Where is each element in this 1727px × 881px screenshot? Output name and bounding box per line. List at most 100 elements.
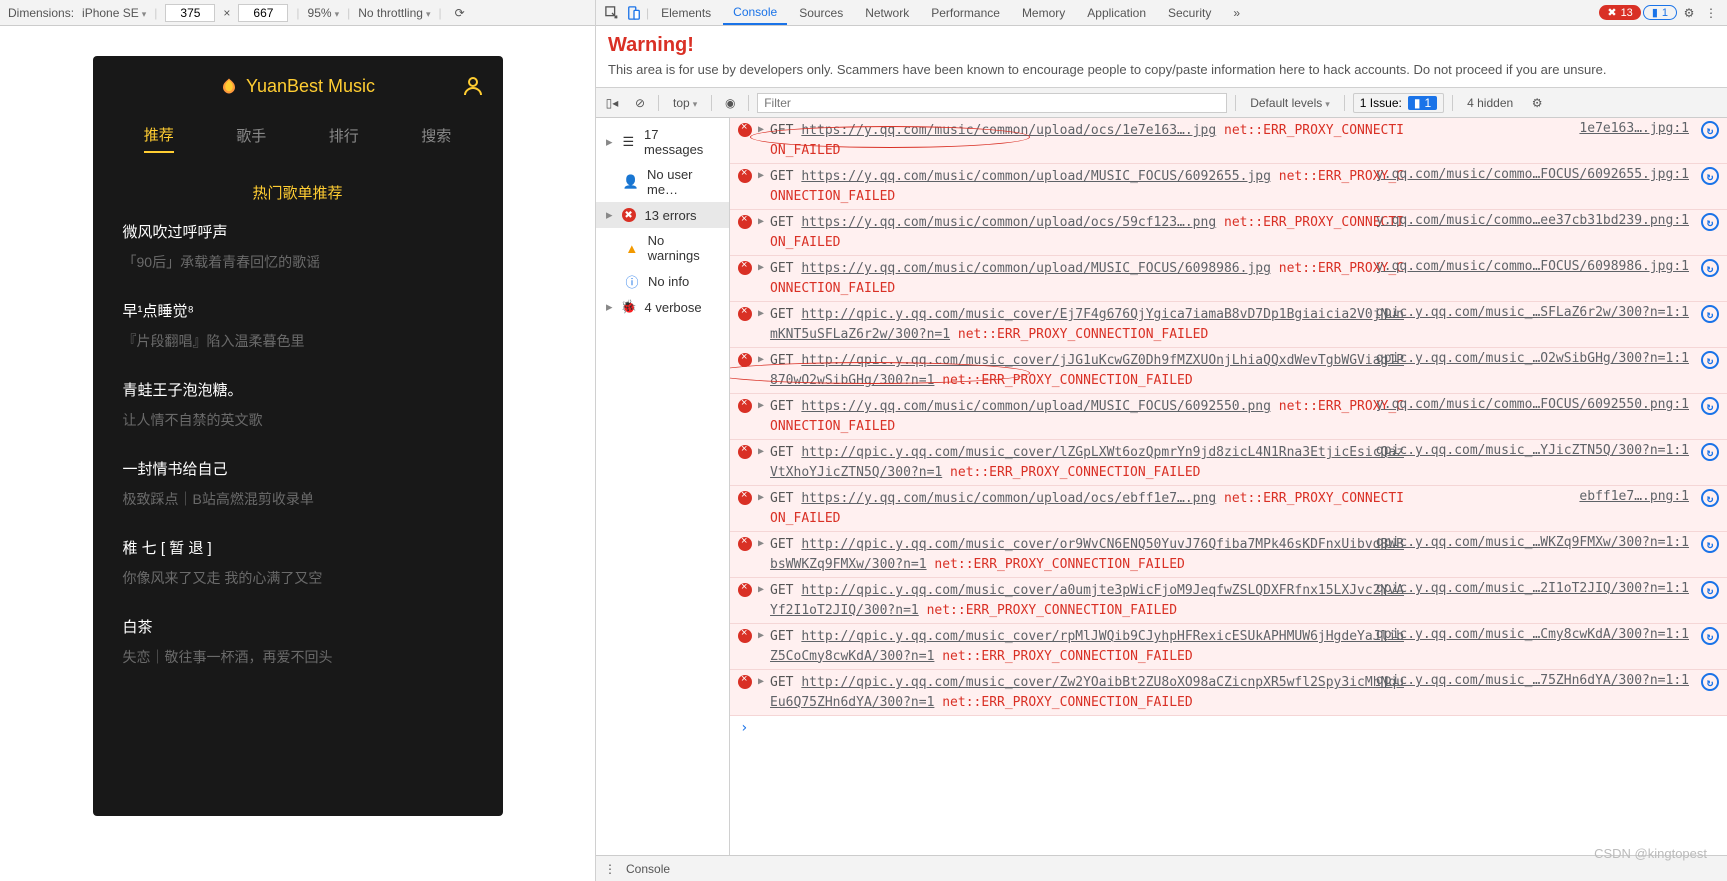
gear-icon[interactable]: ⚙ bbox=[1679, 3, 1699, 23]
tab-performance[interactable]: Performance bbox=[921, 2, 1010, 24]
hidden-count[interactable]: 4 hidden bbox=[1461, 96, 1519, 110]
request-url[interactable]: https://y.qq.com/music/common/upload/MUS… bbox=[801, 169, 1271, 184]
request-url[interactable]: https://y.qq.com/music/common/upload/MUS… bbox=[801, 399, 1271, 414]
filter-gear-icon[interactable]: ⚙ bbox=[1527, 93, 1547, 113]
song-item[interactable]: 青蛙王子泡泡糖。让人情不自禁的英文歌 bbox=[123, 379, 473, 430]
device-mode-icon[interactable] bbox=[624, 3, 644, 23]
kebab-icon[interactable]: ⋮ bbox=[604, 862, 616, 876]
song-item[interactable]: 一封情书给自己极致踩点｜B站高燃混剪收录单 bbox=[123, 458, 473, 509]
console-error-entry[interactable]: ▶ GET https://y.qq.com/music/common/uplo… bbox=[730, 394, 1727, 440]
rotate-icon[interactable]: ⟳ bbox=[450, 3, 470, 23]
source-link[interactable]: qpic.y.qq.com/music_…SFLaZ6r2w/300?n=1:1 bbox=[1376, 305, 1689, 320]
sidebar-verbose[interactable]: ▸🐞4 verbose bbox=[596, 294, 729, 320]
source-link[interactable]: qpic.y.qq.com/music_…75ZHn6dYA/300?n=1:1 bbox=[1376, 673, 1689, 688]
tab-application[interactable]: Application bbox=[1077, 2, 1156, 24]
errors-badge[interactable]: ✖13 bbox=[1599, 5, 1640, 20]
tab-security[interactable]: Security bbox=[1158, 2, 1221, 24]
song-subtitle: 让人情不自禁的英文歌 bbox=[123, 410, 473, 430]
expand-icon[interactable]: ▶ bbox=[758, 676, 764, 687]
throttling-select[interactable]: No throttling bbox=[358, 6, 430, 20]
user-icon[interactable] bbox=[461, 74, 485, 101]
sidebar-warnings[interactable]: ▲No warnings bbox=[596, 228, 729, 268]
expand-icon[interactable]: ▶ bbox=[758, 538, 764, 549]
source-link[interactable]: y.qq.com/music/commo…FOCUS/6092655.jpg:1 bbox=[1376, 167, 1689, 182]
song-item[interactable]: 早¹点睡觉⁸『片段翻唱』陷入温柔暮色里 bbox=[123, 300, 473, 351]
tab-elements[interactable]: Elements bbox=[651, 2, 721, 24]
tab-console[interactable]: Console bbox=[723, 1, 787, 25]
console-error-entry[interactable]: ▶ GET http://qpic.y.qq.com/music_cover/o… bbox=[730, 532, 1727, 578]
console-error-entry[interactable]: ▶ GET http://qpic.y.qq.com/music_cover/a… bbox=[730, 578, 1727, 624]
drawer-bar[interactable]: ⋮ Console bbox=[596, 855, 1727, 881]
console-error-entry[interactable]: ▶ GET http://qpic.y.qq.com/music_cover/Z… bbox=[730, 670, 1727, 716]
inspect-icon[interactable] bbox=[602, 3, 622, 23]
console-error-entry[interactable]: ▶ GET https://y.qq.com/music/common/uplo… bbox=[730, 210, 1727, 256]
source-link[interactable]: qpic.y.qq.com/music_…2I1oT2JIQ/300?n=1:1 bbox=[1376, 581, 1689, 596]
console-prompt[interactable]: › bbox=[730, 716, 1727, 740]
song-subtitle: 失恋｜敬往事一杯酒，再爱不回头 bbox=[123, 647, 473, 667]
request-url[interactable]: https://y.qq.com/music/common/upload/ocs… bbox=[801, 215, 1216, 230]
levels-select[interactable]: Default levels bbox=[1244, 96, 1336, 110]
expand-icon[interactable]: ▶ bbox=[758, 492, 764, 503]
tab-more[interactable]: » bbox=[1223, 2, 1250, 24]
console-error-entry[interactable]: ▶ GET https://y.qq.com/music/common/uplo… bbox=[730, 256, 1727, 302]
infos-badge[interactable]: ▮1 bbox=[1643, 5, 1677, 20]
console-error-entry[interactable]: ▶ GET https://y.qq.com/music/common/uplo… bbox=[730, 118, 1727, 164]
tab-network[interactable]: Network bbox=[855, 2, 919, 24]
height-input[interactable] bbox=[238, 4, 288, 22]
console-error-entry[interactable]: ▶ GET http://qpic.y.qq.com/music_cover/l… bbox=[730, 440, 1727, 486]
clear-console-icon[interactable]: ⊘ bbox=[630, 93, 650, 113]
filter-input[interactable] bbox=[757, 93, 1227, 113]
expand-icon[interactable]: ▶ bbox=[758, 170, 764, 181]
context-select[interactable]: top bbox=[667, 96, 703, 110]
console-error-entry[interactable]: ▶ GET https://y.qq.com/music/common/uplo… bbox=[730, 164, 1727, 210]
error-icon bbox=[738, 169, 752, 183]
expand-icon[interactable]: ▶ bbox=[758, 630, 764, 641]
source-link[interactable]: qpic.y.qq.com/music_…Cmy8cwKdA/300?n=1:1 bbox=[1376, 627, 1689, 642]
tab-rank[interactable]: 排行 bbox=[329, 125, 359, 152]
expand-icon[interactable]: ▶ bbox=[758, 216, 764, 227]
sidebar-user[interactable]: 👤No user me… bbox=[596, 162, 729, 202]
expand-icon[interactable]: ▶ bbox=[758, 262, 764, 273]
expand-icon[interactable]: ▶ bbox=[758, 308, 764, 319]
expand-icon[interactable]: ▶ bbox=[758, 124, 764, 135]
tab-sources[interactable]: Sources bbox=[789, 2, 853, 24]
source-link[interactable]: ebff1e7….png:1 bbox=[1579, 489, 1689, 504]
song-item[interactable]: 稚 七 [ 暂 退 ]你像风来了又走 我的心满了又空 bbox=[123, 537, 473, 588]
source-link[interactable]: qpic.y.qq.com/music_…WKZq9FMXw/300?n=1:1 bbox=[1376, 535, 1689, 550]
request-url[interactable]: https://y.qq.com/music/common/upload/ocs… bbox=[801, 123, 1216, 138]
source-link[interactable]: qpic.y.qq.com/music_…YJicZTN5Q/300?n=1:1 bbox=[1376, 443, 1689, 458]
sidebar-info[interactable]: ⓘNo info bbox=[596, 268, 729, 294]
source-link[interactable]: y.qq.com/music/commo…ee37cb31bd239.png:1 bbox=[1376, 213, 1689, 228]
tab-search[interactable]: 搜索 bbox=[421, 125, 451, 152]
expand-icon[interactable]: ▶ bbox=[758, 584, 764, 595]
console-error-entry[interactable]: ▶ GET https://y.qq.com/music/common/uplo… bbox=[730, 486, 1727, 532]
kebab-icon[interactable]: ⋮ bbox=[1701, 3, 1721, 23]
source-link[interactable]: y.qq.com/music/commo…FOCUS/6092550.png:1 bbox=[1376, 397, 1689, 412]
console-error-entry[interactable]: ▶ GET http://qpic.y.qq.com/music_cover/E… bbox=[730, 302, 1727, 348]
drawer-console-tab[interactable]: Console bbox=[626, 862, 670, 876]
request-url[interactable]: https://y.qq.com/music/common/upload/ocs… bbox=[801, 491, 1216, 506]
expand-icon[interactable]: ▶ bbox=[758, 400, 764, 411]
sidebar-toggle-icon[interactable]: ▯◂ bbox=[602, 93, 622, 113]
sidebar-messages[interactable]: ▸☰17 messages bbox=[596, 122, 729, 162]
width-input[interactable] bbox=[165, 4, 215, 22]
tab-recommend[interactable]: 推荐 bbox=[144, 124, 174, 153]
source-link[interactable]: qpic.y.qq.com/music_…O2wSibGHg/300?n=1:1 bbox=[1376, 351, 1689, 366]
expand-icon[interactable]: ▶ bbox=[758, 354, 764, 365]
device-select[interactable]: iPhone SE bbox=[82, 6, 146, 20]
sidebar-errors[interactable]: ▸✖13 errors bbox=[596, 202, 729, 228]
zoom-select[interactable]: 95% bbox=[308, 6, 340, 20]
console-error-entry[interactable]: ▶ GET http://qpic.y.qq.com/music_cover/r… bbox=[730, 624, 1727, 670]
tab-memory[interactable]: Memory bbox=[1012, 2, 1075, 24]
issues-badge[interactable]: 1 Issue: ▮ 1 bbox=[1353, 93, 1444, 113]
eye-icon[interactable]: ◉ bbox=[720, 93, 740, 113]
song-item[interactable]: 白茶失恋｜敬往事一杯酒，再爱不回头 bbox=[123, 616, 473, 667]
source-link[interactable]: 1e7e163….jpg:1 bbox=[1579, 121, 1689, 136]
song-item[interactable]: 微风吹过呼呼声「90后」承载着青春回忆的歌谣 bbox=[123, 221, 473, 272]
http-method: GET bbox=[770, 399, 793, 414]
expand-icon[interactable]: ▶ bbox=[758, 446, 764, 457]
request-url[interactable]: https://y.qq.com/music/common/upload/MUS… bbox=[801, 261, 1271, 276]
source-link[interactable]: y.qq.com/music/commo…FOCUS/6098986.jpg:1 bbox=[1376, 259, 1689, 274]
console-error-entry[interactable]: ▶ GET http://qpic.y.qq.com/music_cover/j… bbox=[730, 348, 1727, 394]
tab-singer[interactable]: 歌手 bbox=[236, 125, 266, 152]
